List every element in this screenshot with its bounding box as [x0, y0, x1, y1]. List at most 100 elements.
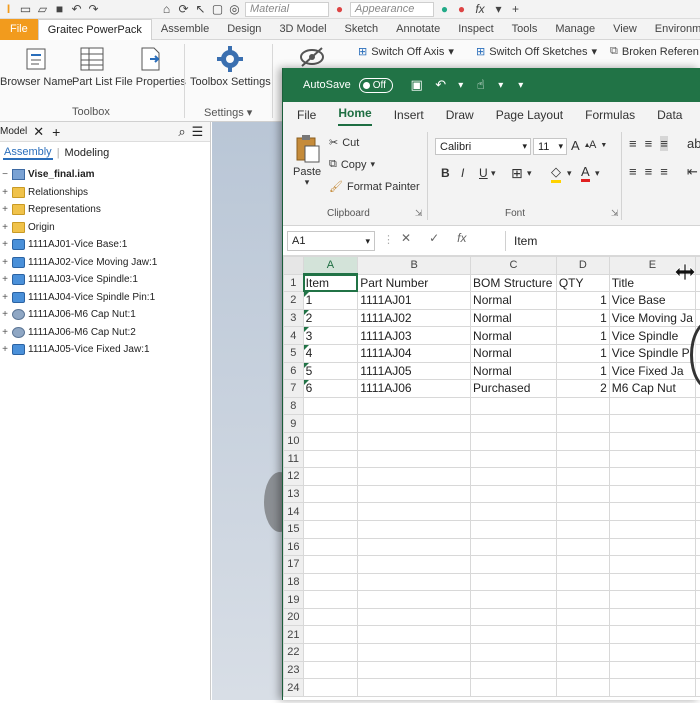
cell[interactable] [696, 608, 700, 626]
tab-graitec-powerpack[interactable]: Graitec PowerPack [38, 19, 152, 40]
tab-environments[interactable]: Environments [646, 19, 700, 40]
cell[interactable]: Vice Moving Ja [609, 309, 695, 327]
cell[interactable]: 1111AJ04 [358, 344, 471, 362]
column-header[interactable]: D [556, 257, 609, 275]
row-header[interactable]: 4 [284, 327, 304, 345]
tree-item[interactable]: +1111AJ06-M6 Cap Nut:2 [0, 324, 210, 342]
expand-icon[interactable]: + [0, 239, 10, 250]
row-header[interactable]: 2 [284, 292, 304, 310]
material-dropdown[interactable]: Material [245, 2, 329, 17]
measure-icon[interactable]: ▢ [211, 3, 224, 16]
cell[interactable] [303, 485, 358, 503]
cell[interactable] [471, 415, 557, 433]
chevron-down-icon[interactable]: ▾ [595, 168, 600, 179]
cell[interactable] [471, 520, 557, 538]
tree-item[interactable]: +1111AJ04-Vice Spindle Pin:1 [0, 289, 210, 307]
cell[interactable] [556, 626, 609, 644]
cell[interactable]: Item [303, 274, 358, 292]
column-header[interactable]: B [358, 257, 471, 275]
cell[interactable] [358, 661, 471, 679]
cell[interactable] [696, 556, 700, 574]
cell[interactable]: QTY [556, 274, 609, 292]
cell[interactable] [696, 626, 700, 644]
cell[interactable]: 1 [556, 292, 609, 310]
cell[interactable]: 4 [303, 344, 358, 362]
cell[interactable] [609, 644, 695, 662]
file-properties-button[interactable]: File Properties [115, 44, 186, 88]
cell[interactable] [358, 679, 471, 697]
cell[interactable] [358, 520, 471, 538]
formula-input[interactable]: Item [505, 231, 700, 251]
tree-item[interactable]: +Relationships [0, 184, 210, 202]
tab-data[interactable]: Data [657, 108, 682, 126]
cell[interactable]: Normal [471, 292, 557, 310]
cell[interactable] [556, 468, 609, 486]
expand-icon[interactable]: + [0, 292, 10, 303]
row-header[interactable]: 20 [284, 608, 304, 626]
cell[interactable] [609, 520, 695, 538]
cell[interactable] [609, 679, 695, 697]
cell[interactable]: Normal [471, 327, 557, 345]
column-header[interactable]: A [303, 257, 358, 275]
tree-item[interactable]: +Representations [0, 201, 210, 219]
cell[interactable]: 1111AJ03 [358, 327, 471, 345]
tree-item[interactable]: +1111AJ01-Vice Base:1 [0, 236, 210, 254]
cell[interactable] [358, 573, 471, 591]
cell[interactable] [556, 450, 609, 468]
row-header[interactable]: 22 [284, 644, 304, 662]
cell[interactable] [358, 626, 471, 644]
part-list-button[interactable]: Part List [72, 44, 112, 88]
cell[interactable]: 2 [556, 380, 609, 398]
copy-button[interactable]: ⧉Copy▾ [329, 158, 375, 171]
cell[interactable]: Vice Base [609, 292, 695, 310]
formula-bar-grip-icon[interactable]: ⋮ [383, 233, 394, 246]
vertical-align-buttons[interactable]: ≡≡≡ [629, 136, 668, 151]
insert-function-icon[interactable]: fx [457, 231, 466, 245]
cell[interactable] [358, 538, 471, 556]
chevron-down-icon[interactable]: ▾ [457, 80, 465, 91]
cell[interactable] [609, 503, 695, 521]
cell[interactable] [471, 503, 557, 521]
row-header[interactable]: 3 [284, 309, 304, 327]
paste-button[interactable]: Paste ▾ [293, 134, 321, 188]
cell[interactable] [696, 432, 700, 450]
cell[interactable]: 2 [303, 309, 358, 327]
cell[interactable] [609, 556, 695, 574]
cell[interactable] [556, 503, 609, 521]
cell[interactable] [696, 644, 700, 662]
align-top-icon[interactable]: ≡ [629, 136, 637, 151]
cell[interactable] [471, 679, 557, 697]
cell[interactable] [471, 661, 557, 679]
row-header[interactable]: 16 [284, 538, 304, 556]
bold-button[interactable]: B [441, 166, 450, 180]
row-header[interactable]: 12 [284, 468, 304, 486]
row-header[interactable]: 11 [284, 450, 304, 468]
cell[interactable] [358, 450, 471, 468]
cell[interactable]: 1 [556, 327, 609, 345]
cell[interactable]: Purchased [471, 380, 557, 398]
expand-icon[interactable]: + [0, 222, 10, 233]
cell[interactable] [358, 556, 471, 574]
align-right-icon[interactable]: ≡ [660, 164, 668, 179]
tab-view[interactable]: View [604, 19, 646, 40]
row-header[interactable]: 10 [284, 432, 304, 450]
tab-assemble[interactable]: Assemble [152, 19, 218, 40]
cell[interactable] [556, 538, 609, 556]
row-header[interactable]: 13 [284, 485, 304, 503]
tab-insert[interactable]: Insert [394, 108, 424, 126]
column-header[interactable]: C [471, 257, 557, 275]
format-painter-button[interactable]: 🖌Format Painter [329, 180, 420, 193]
align-left-icon[interactable]: ≡ [629, 164, 637, 179]
save-icon[interactable]: ▣ [409, 77, 425, 93]
expand-icon[interactable]: + [0, 309, 10, 320]
cell[interactable] [471, 556, 557, 574]
cell[interactable]: 1 [556, 344, 609, 362]
chevron-down-icon[interactable]: ▾ [492, 3, 505, 16]
cell[interactable] [358, 644, 471, 662]
horizontal-align-buttons[interactable]: ≡≡≡ [629, 164, 668, 179]
cell[interactable] [303, 520, 358, 538]
tree-item[interactable]: +1111AJ06-M6 Cap Nut:1 [0, 306, 210, 324]
font-launcher-icon[interactable]: ⇲ [611, 208, 619, 219]
close-icon[interactable]: ✕ [33, 124, 44, 140]
cut-button[interactable]: ✂Cut [329, 136, 359, 149]
